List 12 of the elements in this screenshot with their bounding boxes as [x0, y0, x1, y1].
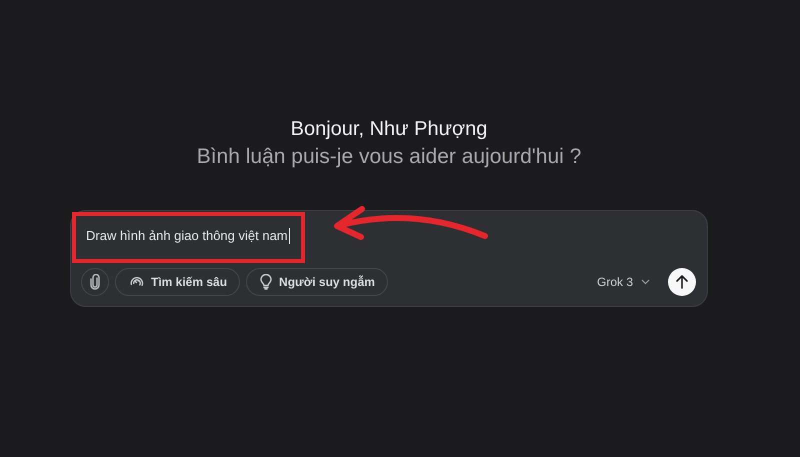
- send-button[interactable]: [668, 268, 696, 296]
- deep-search-button[interactable]: Tìm kiếm sâu: [115, 268, 240, 296]
- paperclip-icon: [89, 274, 101, 290]
- greeting-subtitle: Bình luận puis-je vous aider aujourd'hui ?: [196, 144, 582, 170]
- lightbulb-icon: [260, 274, 272, 290]
- attach-button[interactable]: [81, 268, 109, 296]
- model-dropdown[interactable]: Grok 3: [596, 275, 650, 289]
- greeting-title: Bonjour, Như Phượng: [290, 117, 488, 142]
- chevron-down-icon: [641, 279, 650, 285]
- think-button[interactable]: Người suy ngẫm: [246, 268, 388, 296]
- prompt-box[interactable]: Draw hình ảnh giao thông việt nam Tìm kiếm sâu Người suy ngẫm Grok 3: [70, 210, 708, 307]
- arrow-up-icon: [676, 275, 688, 289]
